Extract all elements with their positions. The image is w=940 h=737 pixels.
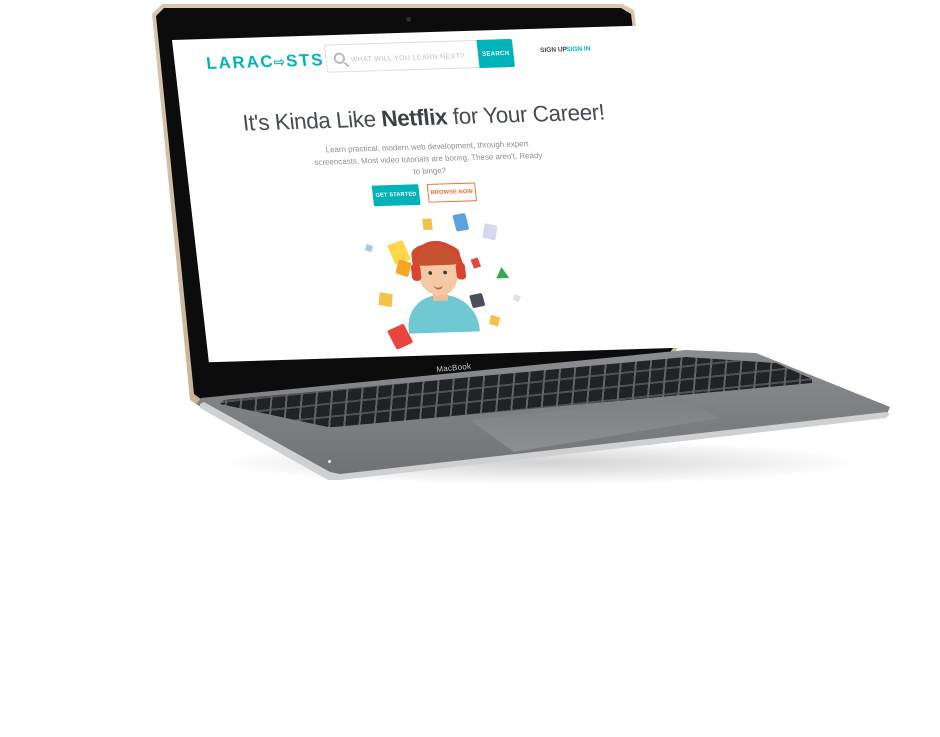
code-icon: [469, 292, 486, 309]
file-icon: [395, 258, 412, 278]
avatar-eye-right: [443, 270, 448, 275]
file-icon: [489, 314, 501, 327]
browse-now-button[interactable]: BROWSE NOW: [426, 182, 478, 203]
signin-link[interactable]: SIGN IN: [566, 46, 591, 53]
get-started-button[interactable]: GET STARTED: [371, 184, 421, 207]
hero-title-pre: It's Kinda Like: [241, 106, 383, 137]
hero-title-post: for Your Career!: [445, 99, 607, 130]
search-button[interactable]: SEARCH: [476, 38, 515, 69]
logo-text-right: STS: [284, 50, 326, 71]
screen: LARAC⇨STS SEARCH SIGN UP SIGN IN It's Ki…: [172, 25, 693, 363]
laptop: LARAC⇨STS SEARCH SIGN UP SIGN IN It's Ki…: [0, 0, 940, 737]
site-logo[interactable]: LARAC⇨STS: [205, 50, 325, 73]
cube-icon: [378, 292, 393, 308]
site-header: LARAC⇨STS SEARCH SIGN UP SIGN IN: [172, 25, 663, 103]
logo-text-left: LARAC: [205, 51, 276, 73]
file-icon: [482, 222, 498, 241]
camera-icon: [406, 17, 411, 22]
indicator-light: [328, 460, 331, 463]
hero-title: It's Kinda Like Netflix for Your Career!: [180, 98, 667, 139]
search-input[interactable]: [347, 46, 477, 68]
hero-illustration: [351, 212, 544, 358]
headphone-right: [455, 262, 467, 280]
cube-icon: [364, 243, 374, 253]
search-icon: [333, 52, 346, 65]
triangle-icon: [494, 266, 510, 279]
bookmark-icon: [422, 218, 433, 231]
signup-link[interactable]: SIGN UP: [540, 47, 568, 54]
cube-icon: [470, 257, 482, 269]
document-icon: [452, 212, 470, 232]
search-box: SEARCH: [323, 38, 515, 73]
hero-title-bold: Netflix: [379, 104, 449, 132]
headphone-left: [410, 263, 422, 281]
cube-icon: [512, 293, 521, 303]
avatar-eye-left: [428, 271, 433, 275]
hero-subtitle: Learn practical, modern web development,…: [313, 138, 543, 176]
